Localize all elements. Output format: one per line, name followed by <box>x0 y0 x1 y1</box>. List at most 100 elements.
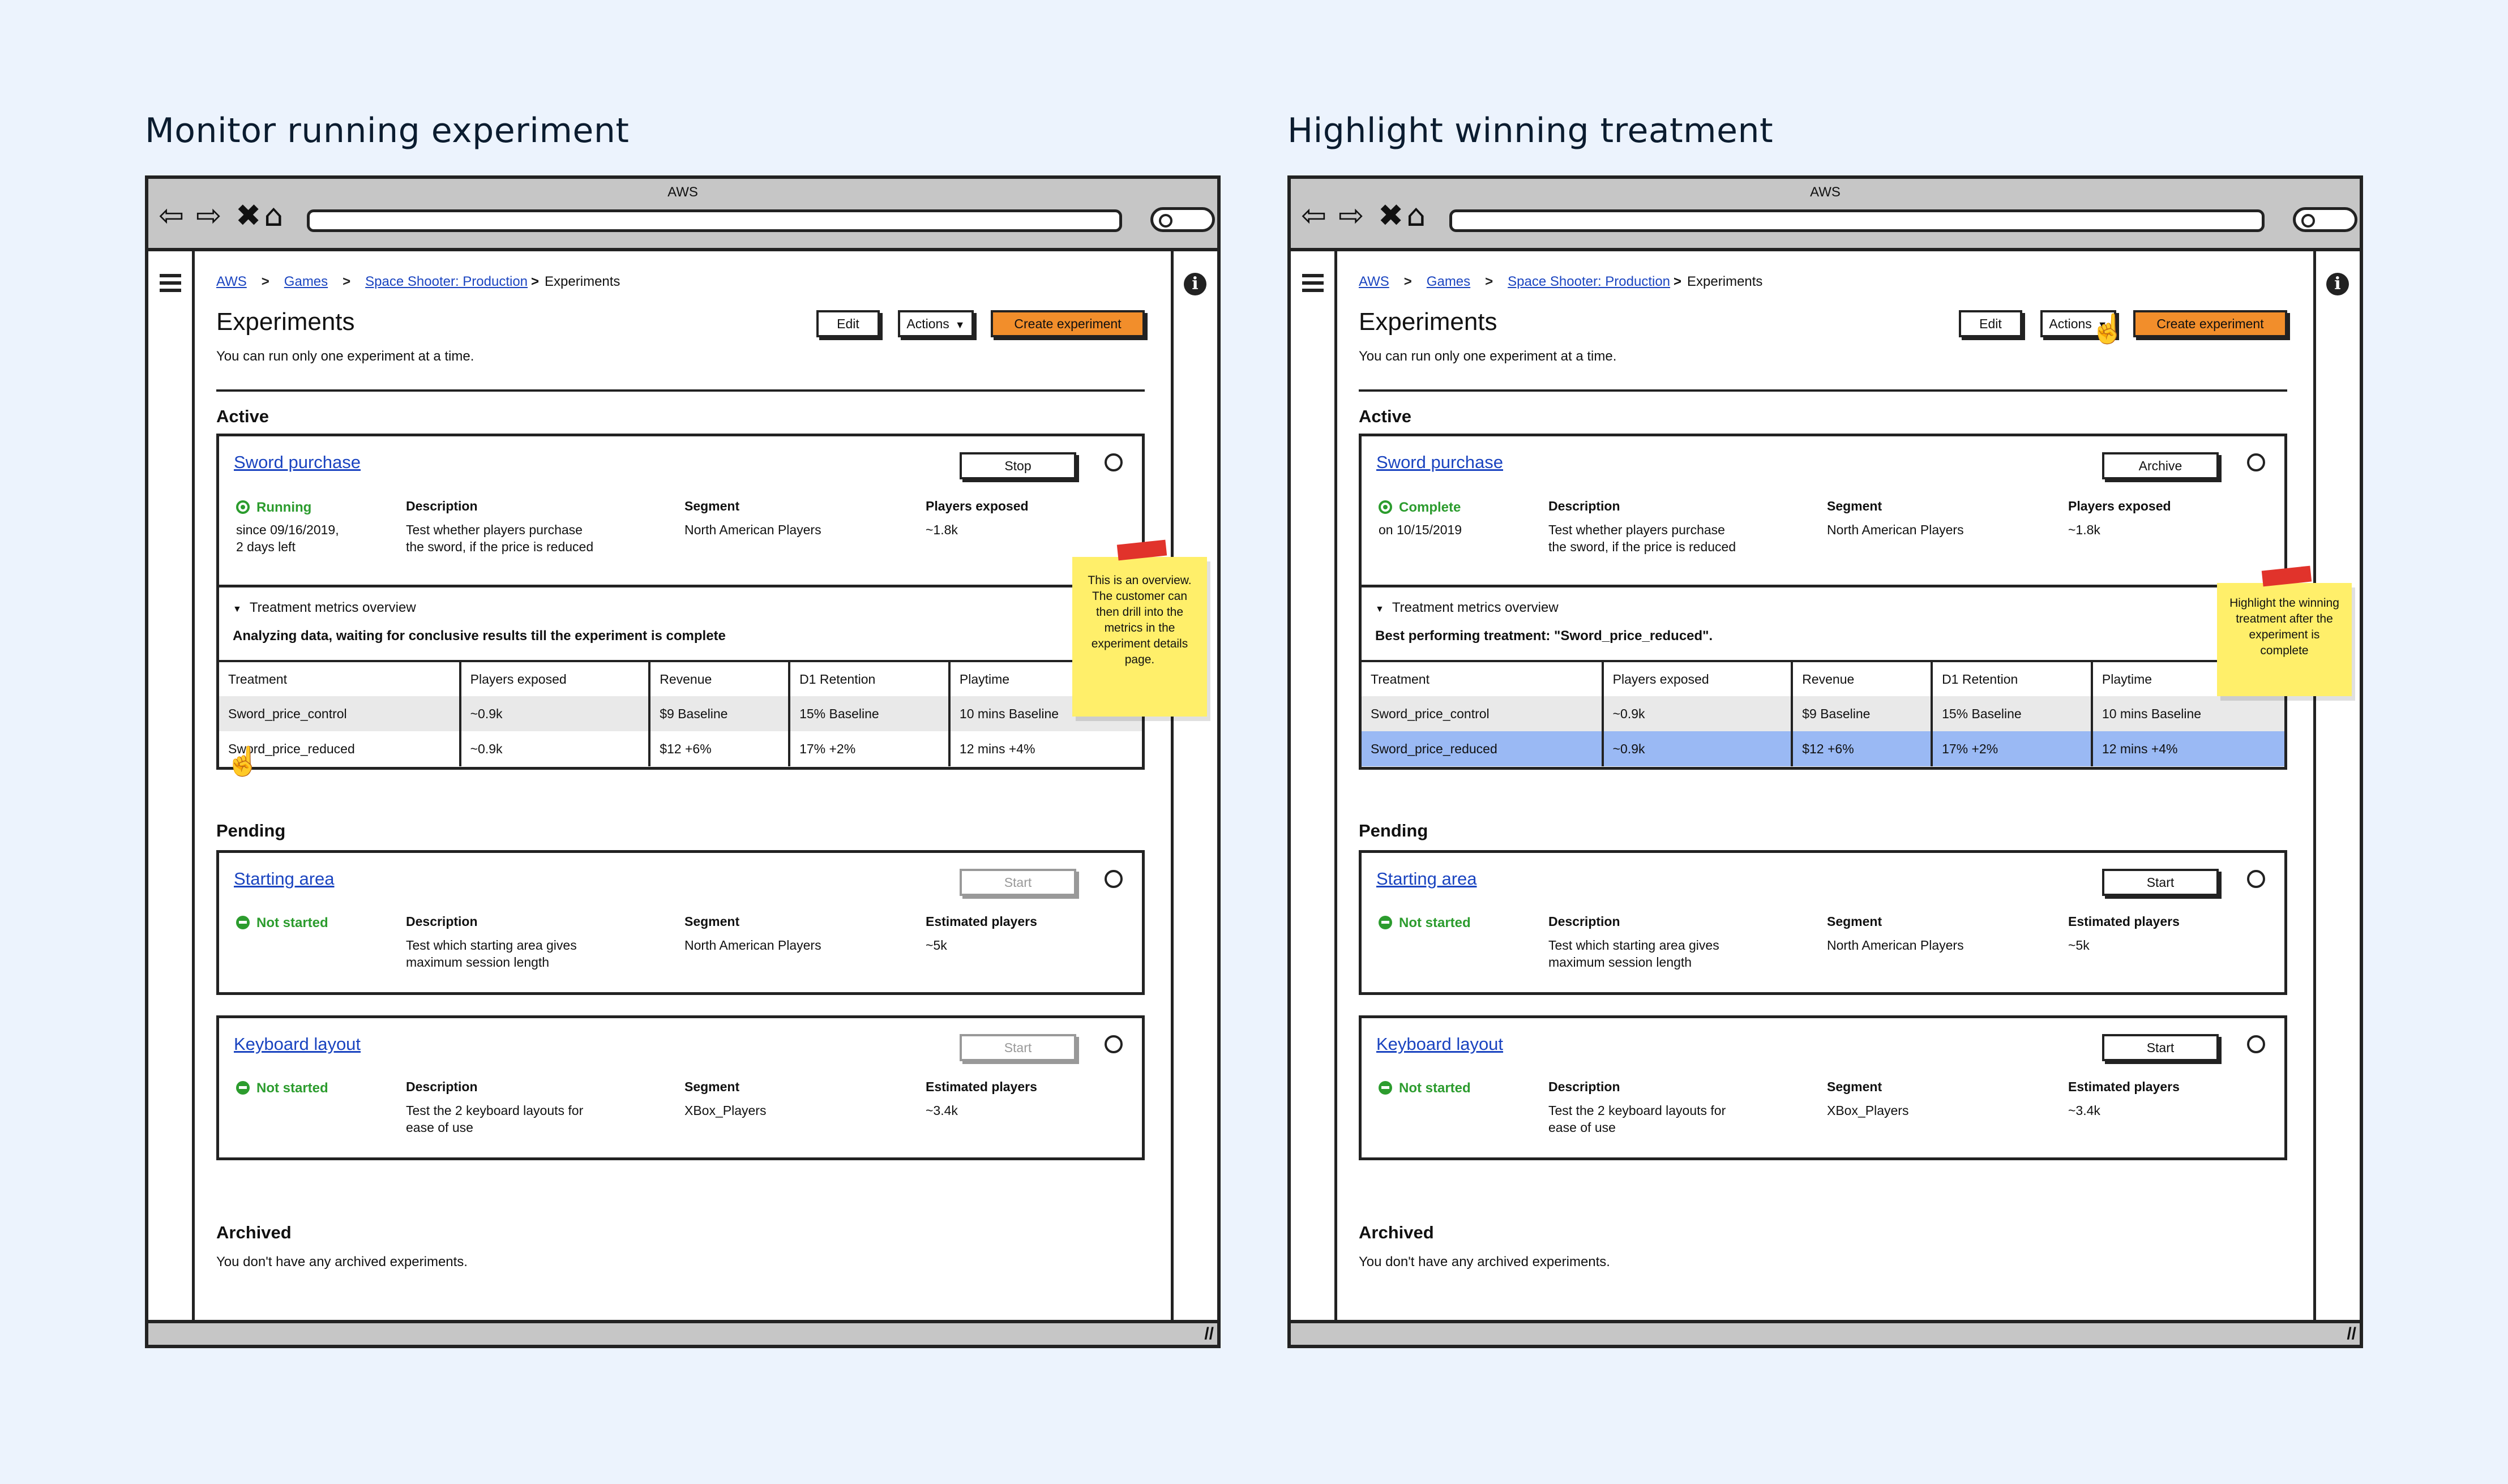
back-arrow-icon[interactable]: ⇦ <box>159 200 184 231</box>
section-pending: Pending <box>1359 821 1428 840</box>
breadcrumb-aws[interactable]: AWS <box>216 274 247 289</box>
segment-column: Segment North American Players <box>1827 914 1964 953</box>
select-radio[interactable] <box>1105 1035 1123 1053</box>
actions-dropdown[interactable]: Actions ▼ <box>898 310 974 337</box>
info-icon[interactable]: i <box>1184 273 1206 295</box>
info-icon[interactable]: i <box>2326 273 2349 295</box>
table-cell: 12 mins +4% <box>948 731 1142 766</box>
home-icon[interactable]: ⌂ <box>1406 200 1426 231</box>
edit-button[interactable]: Edit <box>1959 310 2022 337</box>
divider <box>1359 389 2287 392</box>
select-radio[interactable] <box>1105 453 1123 471</box>
chevron-right-icon: > <box>1485 274 1493 289</box>
caret-down-icon: ▼ <box>955 319 965 331</box>
page-content: AWS > Games > Space Shooter: Production > Expe… <box>1359 251 2299 1320</box>
search-icon[interactable] <box>1150 207 1215 232</box>
description-column: Description Test which starting area give… <box>1548 914 1719 970</box>
home-icon[interactable]: ⌂ <box>264 200 283 231</box>
forward-arrow-icon[interactable]: ⇨ <box>196 200 221 231</box>
experiment-action-button[interactable]: Stop <box>960 452 1076 479</box>
not-started-icon <box>236 916 250 929</box>
experiment-link[interactable]: Sword purchase <box>234 452 361 473</box>
experiment-card-pending: Keyboard layout Start Not started Descri… <box>1359 1015 2287 1160</box>
treatment-metrics: ▼ Treatment metrics overview Analyzing da… <box>219 585 1142 766</box>
create-experiment-button[interactable]: Create experiment <box>991 310 1145 337</box>
experiment-link[interactable]: Starting area <box>234 869 335 889</box>
experiment-link[interactable]: Keyboard layout <box>1376 1034 1503 1054</box>
select-radio[interactable] <box>2247 870 2265 888</box>
breadcrumb-current: Experiments <box>545 274 620 289</box>
chevron-right-icon: > <box>261 274 269 289</box>
breadcrumb-aws[interactable]: AWS <box>1359 274 1389 289</box>
table-header: Revenue <box>1791 661 1932 696</box>
select-radio[interactable] <box>1105 870 1123 888</box>
chevron-right-icon: > <box>1403 274 1412 289</box>
table-cell: ~0.9k <box>1601 731 1792 766</box>
panel-heading: Highlight winning treatment <box>1287 111 1774 151</box>
cursor-hand-icon: ☝ <box>225 745 261 777</box>
status-bar: // <box>1291 1320 2360 1345</box>
breadcrumb-space-shooter[interactable]: Space Shooter: Production <box>365 274 528 289</box>
description-column: Description Test which starting area give… <box>406 914 577 970</box>
forward-arrow-icon[interactable]: ⇨ <box>1338 200 1364 231</box>
experiment-action-button[interactable]: Archive <box>2102 452 2219 479</box>
table-cell: $12 +6% <box>648 731 790 766</box>
caret-down-icon: ▼ <box>1375 604 1384 614</box>
metrics-toggle[interactable]: ▼ Treatment metrics overview <box>233 600 416 616</box>
status-label: Complete <box>1379 500 1461 516</box>
hamburger-icon[interactable] <box>160 274 181 296</box>
url-bar[interactable] <box>1449 209 2265 232</box>
table-row[interactable]: Sword_price_reduced ~0.9k $12 +6% 17% +2% 12… <box>1362 731 2284 766</box>
close-icon[interactable]: ✖ <box>236 200 261 231</box>
metrics-toggle[interactable]: ▼ Treatment metrics overview <box>1375 600 1559 616</box>
status-label: Not started <box>236 1080 328 1096</box>
status-detail: on 10/15/2019 <box>1379 522 1462 537</box>
experiment-link[interactable]: Sword purchase <box>1376 452 1503 473</box>
table-cell: 15% Baseline <box>1931 696 2092 731</box>
treatment-metrics: ▼ Treatment metrics overview Best perform… <box>1362 585 2284 766</box>
start-button[interactable]: Start <box>960 1034 1076 1061</box>
breadcrumb-space-shooter[interactable]: Space Shooter: Production <box>1508 274 1670 289</box>
url-bar[interactable] <box>307 209 1122 232</box>
resize-icon[interactable]: // <box>1204 1324 1214 1344</box>
resize-icon[interactable]: // <box>2347 1324 2356 1344</box>
edit-button[interactable]: Edit <box>816 310 880 337</box>
metrics-table: Treatment Players exposed Revenue D1 Retent… <box>1362 660 2284 766</box>
experiment-card-active: Sword purchase Archive Complete on 10/15… <box>1359 434 2287 770</box>
table-cell: ~0.9k <box>1601 696 1792 731</box>
experiment-card-active: Sword purchase Stop Running since 09/16/… <box>216 434 1145 770</box>
create-experiment-button[interactable]: Create experiment <box>2133 310 2287 337</box>
table-row[interactable]: Sword_price_reduced ~0.9k $12 +6% 17% +2% 12… <box>219 731 1142 766</box>
divider <box>216 389 1145 392</box>
archived-empty-text: You don't have any archived experiments. <box>1359 1254 1610 1269</box>
select-radio[interactable] <box>2247 1035 2265 1053</box>
start-button[interactable]: Start <box>2102 1034 2219 1061</box>
experiment-link[interactable]: Keyboard layout <box>234 1034 361 1054</box>
table-cell: 17% +2% <box>1931 731 2092 766</box>
description-column: Description Test the 2 keyboard layouts f… <box>1548 1079 1726 1135</box>
start-button[interactable]: Start <box>2102 869 2219 896</box>
segment-column: Segment North American Players <box>684 914 821 953</box>
table-cell: Sword_price_control <box>1362 696 1603 731</box>
table-cell: $12 +6% <box>1791 731 1932 766</box>
status-label: Not started <box>236 915 328 931</box>
chevron-right-icon: > <box>531 274 540 289</box>
browser-title: AWS <box>1810 185 1841 200</box>
left-nav-rail <box>148 251 195 1320</box>
search-icon[interactable] <box>2293 207 2357 232</box>
page-title: Experiments <box>1359 308 1497 336</box>
select-radio[interactable] <box>2247 453 2265 471</box>
experiment-link[interactable]: Starting area <box>1376 869 1477 889</box>
players-column: Estimated players ~5k <box>926 914 1037 953</box>
hamburger-icon[interactable] <box>1302 274 1324 296</box>
panel-heading: Monitor running experiment <box>145 111 630 151</box>
back-arrow-icon[interactable]: ⇦ <box>1301 200 1326 231</box>
breadcrumb-games[interactable]: Games <box>284 274 328 289</box>
table-cell: 17% +2% <box>788 731 949 766</box>
experiment-card-pending: Keyboard layout Start Not started Descri… <box>216 1015 1145 1160</box>
players-column: Players exposed ~1.8k <box>926 499 1029 537</box>
start-button[interactable]: Start <box>960 869 1076 896</box>
breadcrumb-games[interactable]: Games <box>1427 274 1470 289</box>
close-icon[interactable]: ✖ <box>1378 200 1403 231</box>
table-cell: 15% Baseline <box>788 696 949 731</box>
